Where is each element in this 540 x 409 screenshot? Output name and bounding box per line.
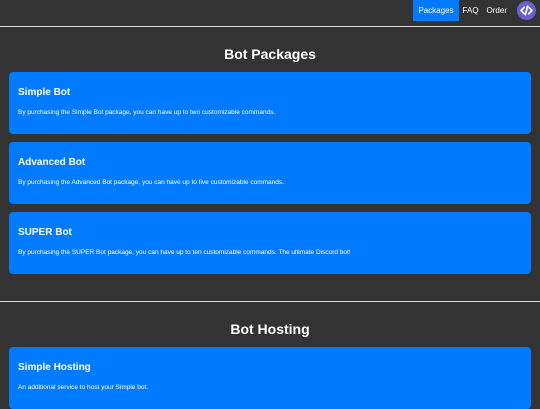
code-brackets-icon[interactable]	[517, 1, 536, 20]
card-text: By purchasing the SUPER Bot package, you…	[18, 249, 351, 256]
section-divider	[0, 26, 540, 27]
card-text: An additional service to host your Simpl…	[18, 384, 149, 391]
section-divider	[0, 301, 540, 302]
card-title: Simple Bot	[18, 87, 71, 98]
nav-link-faq[interactable]: FAQ	[459, 0, 483, 21]
package-card-advanced-bot[interactable]: Advanced Bot By purchasing the Advanced …	[9, 142, 531, 204]
card-title: SUPER Bot	[18, 227, 72, 238]
nav-link-label: FAQ	[462, 6, 479, 15]
card-title: Simple Hosting	[18, 362, 91, 373]
card-text: By purchasing the Simple Bot package, yo…	[18, 109, 276, 116]
package-card-super-bot[interactable]: SUPER Bot By purchasing the SUPER Bot pa…	[9, 212, 531, 274]
hosting-card-simple-hosting[interactable]: Simple Hosting An additional service to …	[9, 347, 531, 409]
navbar: Packages FAQ Order	[0, 0, 540, 21]
nav-link-packages[interactable]: Packages	[413, 0, 459, 21]
package-card-simple-bot[interactable]: Simple Bot By purchasing the Simple Bot …	[9, 72, 531, 134]
nav-links: Packages FAQ Order	[413, 0, 536, 21]
card-text: By purchasing the Advanced Bot package, …	[18, 179, 284, 186]
card-title: Advanced Bot	[18, 157, 86, 168]
nav-link-order[interactable]: Order	[483, 0, 511, 21]
section-title-bot-packages: Bot Packages	[224, 46, 316, 62]
section-title-bot-hosting: Bot Hosting	[230, 321, 310, 337]
nav-link-label: Packages	[418, 6, 454, 15]
code-brackets-glyph	[520, 5, 533, 16]
nav-link-label: Order	[486, 6, 507, 15]
